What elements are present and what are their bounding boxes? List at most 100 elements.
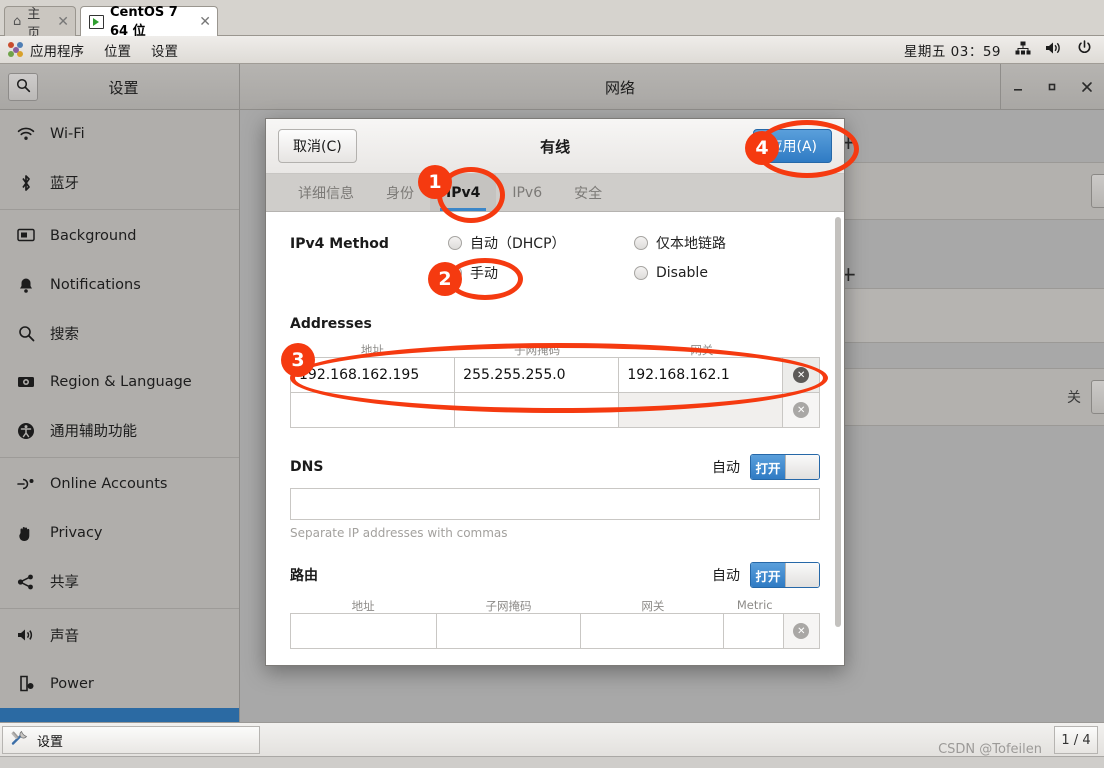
region-icon	[16, 375, 36, 389]
gateway-input-2[interactable]	[619, 393, 784, 427]
vmware-tab-centos[interactable]: CentOS 7 64 位 ✕	[80, 5, 218, 39]
sidebar-divider	[0, 607, 239, 609]
sidebar-item-label: Background	[50, 228, 137, 245]
sidebar-item-label: Privacy	[50, 525, 103, 542]
sidebar-item-search[interactable]: 搜索	[0, 309, 239, 358]
tab-ipv4[interactable]: IPv4	[430, 174, 497, 211]
address-input-2[interactable]	[291, 393, 456, 427]
delete-circle-icon: ✕	[793, 402, 810, 418]
radio-link-local-only[interactable]: 仅本地链路	[634, 228, 820, 258]
sidebar-item-accessibility[interactable]: 通用辅助功能	[0, 407, 239, 456]
sidebar-item-notifications[interactable]: Notifications	[0, 261, 239, 310]
network-icon[interactable]	[1015, 41, 1031, 59]
radio-icon	[448, 236, 462, 250]
sidebar-item-privacy[interactable]: Privacy	[0, 509, 239, 558]
tab-ipv6[interactable]: IPv6	[496, 174, 558, 211]
background-icon	[16, 228, 36, 244]
route-metric-input-1[interactable]	[724, 614, 784, 648]
search-icon	[16, 325, 36, 342]
dialog-header: 取消(C) 有线 应用(A)	[266, 119, 844, 174]
sidebar-item-wifi[interactable]: Wi-Fi	[0, 110, 239, 159]
netmask-input-1[interactable]: 255.255.255.0	[455, 358, 620, 392]
power-icon[interactable]	[1077, 40, 1092, 59]
network-settings-gear-button-2[interactable]	[1091, 380, 1104, 414]
table-row[interactable]: ✕	[290, 392, 820, 428]
panel-clock[interactable]: 星期五 03：59	[904, 40, 1001, 60]
radio-icon	[634, 266, 648, 280]
dns-toggle-knob	[785, 455, 819, 479]
sidebar-item-label: Power	[50, 675, 94, 692]
sidebar-item-label: 通用辅助功能	[50, 424, 137, 441]
wifi-icon	[16, 127, 36, 141]
radio-disable[interactable]: Disable	[634, 258, 820, 288]
delete-address-button-1[interactable]: ✕	[783, 358, 820, 392]
maximize-icon[interactable]	[1039, 74, 1065, 100]
routes-toggle-knob	[785, 563, 819, 587]
sidebar-search-button[interactable]	[8, 73, 38, 101]
vmware-tab-strip: ⌂ 主页 ✕ CentOS 7 64 位 ✕	[0, 0, 1104, 41]
vmware-tab-home[interactable]: ⌂ 主页 ✕	[4, 6, 76, 41]
vmware-tab-home-close-icon[interactable]: ✕	[57, 15, 69, 29]
sidebar-item-region-language[interactable]: Region & Language	[0, 358, 239, 407]
delete-route-button-1[interactable]: ✕	[783, 614, 820, 648]
panel-applications-label: 应用程序	[30, 43, 84, 60]
workspace-pager[interactable]: 1 / 4	[1054, 726, 1098, 754]
netmask-input-2[interactable]	[455, 393, 620, 427]
table-row[interactable]: 192.168.162.195 255.255.255.0 192.168.16…	[290, 357, 820, 393]
column-header-gateway: 网关	[690, 343, 714, 357]
watermark: CSDN @Tofeilen	[938, 742, 1042, 757]
column-header-address: 地址	[360, 343, 384, 357]
sidebar-item-online-accounts[interactable]: Online Accounts	[0, 460, 239, 509]
settings-sidebar[interactable]: Wi-Fi 蓝牙 Background Notifications 搜索 Reg…	[0, 110, 240, 722]
routes-auto-toggle[interactable]: 打开	[750, 562, 820, 588]
sidebar-item-label: Region & Language	[50, 374, 192, 391]
delete-address-button-2[interactable]: ✕	[783, 393, 820, 427]
dialog-scrollbar-thumb[interactable]	[835, 217, 841, 627]
delete-circle-icon: ✕	[793, 367, 810, 383]
panel-places-menu[interactable]: 位置	[104, 40, 131, 60]
route-address-input-1[interactable]	[291, 614, 437, 648]
vm-icon	[89, 14, 104, 29]
route-netmask-input-1[interactable]	[436, 614, 581, 648]
ipv4-method-label: IPv4 Method	[290, 236, 389, 252]
gateway-input-1[interactable]: 192.168.162.1	[619, 358, 784, 392]
sidebar-item-sharing[interactable]: 共享	[0, 557, 239, 606]
column-header-metric: Metric	[736, 598, 773, 612]
minimize-icon[interactable]	[1005, 74, 1031, 100]
sidebar-item-power[interactable]: Power	[0, 660, 239, 709]
sidebar-item-label: 声音	[50, 628, 79, 645]
gnome-top-panel: 应用程序 位置 设置 星期五 03：59	[0, 36, 1104, 64]
dialog-tab-bar[interactable]: 详细信息 身份 IPv4 IPv6 安全	[266, 174, 844, 212]
sidebar-item-sound[interactable]: 声音	[0, 611, 239, 660]
radio-automatic-dhcp[interactable]: 自动（DHCP）	[448, 228, 634, 258]
sidebar-item-network[interactable]: 网络	[0, 708, 239, 722]
radio-manual[interactable]: 手动	[448, 258, 634, 288]
sidebar-item-background[interactable]: Background	[0, 212, 239, 261]
taskbar-item-settings[interactable]: 设置	[2, 726, 260, 754]
dns-auto-toggle[interactable]: 打开	[750, 454, 820, 480]
panel-applications-menu[interactable]: 应用程序	[8, 40, 84, 60]
dialog-scrollbar[interactable]	[833, 217, 842, 657]
sidebar-item-label: Notifications	[50, 277, 141, 294]
column-header-netmask: 子网掩码	[485, 599, 532, 613]
routes-toggle-on-label: 打开	[751, 563, 785, 587]
dialog-body: IPv4 Method 自动（DHCP） 手动 仅本地链路 Disable Ad…	[266, 212, 844, 665]
panel-settings-menu[interactable]: 设置	[151, 40, 178, 60]
network-settings-gear-button-1[interactable]	[1091, 174, 1104, 208]
address-input-1[interactable]: 192.168.162.195	[291, 358, 456, 392]
sidebar-item-bluetooth[interactable]: 蓝牙	[0, 159, 239, 208]
route-gateway-input-1[interactable]	[580, 614, 725, 648]
cancel-button[interactable]: 取消(C)	[278, 129, 357, 163]
dns-servers-input[interactable]	[290, 488, 820, 520]
close-icon[interactable]	[1074, 74, 1100, 100]
dialog-title: 有线	[540, 137, 571, 156]
apply-button[interactable]: 应用(A)	[753, 129, 832, 163]
vmware-tab-centos-close-icon[interactable]: ✕	[199, 15, 211, 29]
tab-security[interactable]: 安全	[558, 174, 618, 211]
radio-label: 仅本地链路	[656, 236, 726, 252]
tab-identity[interactable]: 身份	[370, 174, 430, 211]
table-row[interactable]: ✕	[290, 613, 820, 649]
tools-icon	[11, 730, 29, 750]
tab-details[interactable]: 详细信息	[282, 174, 370, 211]
volume-icon[interactable]	[1045, 41, 1063, 59]
